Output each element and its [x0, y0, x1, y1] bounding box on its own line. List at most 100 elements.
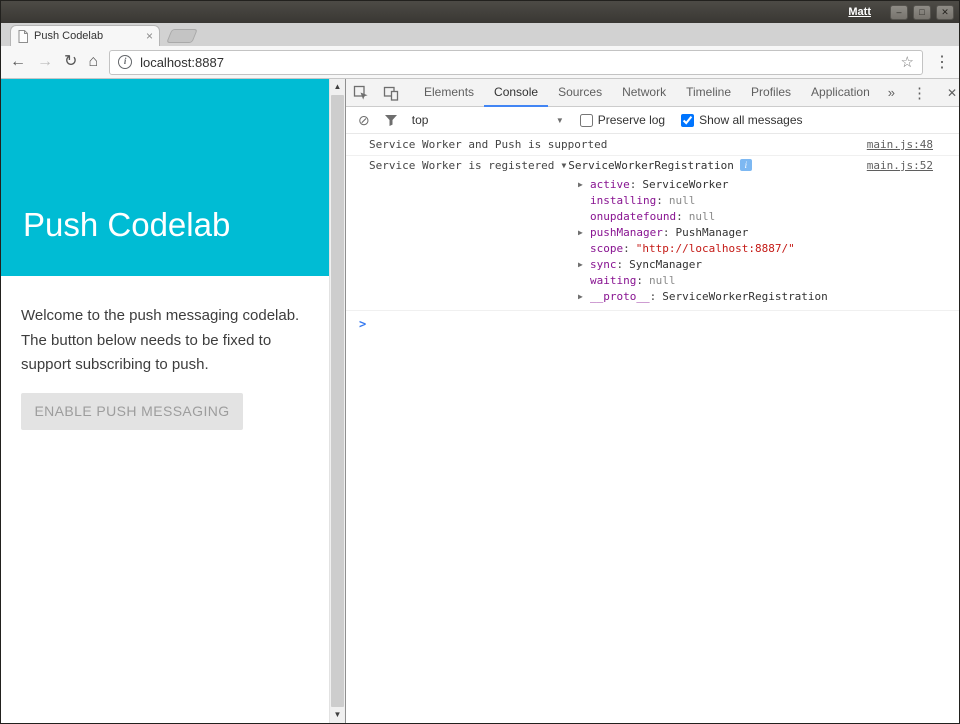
devtools-tabbar: Elements Console Sources Network Timelin…: [346, 79, 959, 107]
property-row-pushmanager[interactable]: ▶pushManager: PushManager: [578, 224, 933, 240]
browser-menu-icon[interactable]: ⋮: [934, 52, 950, 72]
property-value: SyncManager: [629, 258, 702, 271]
enable-push-button[interactable]: ENABLE PUSH MESSAGING: [21, 393, 243, 430]
browser-tab-push-codelab[interactable]: Push Codelab ×: [10, 25, 160, 46]
filter-icon[interactable]: [384, 113, 398, 127]
context-value: top: [412, 113, 429, 127]
property-name: scope: [590, 242, 623, 255]
inspect-element-icon[interactable]: [346, 85, 376, 101]
devtools-tab-console[interactable]: Console: [484, 79, 548, 107]
clear-console-icon[interactable]: ⊘: [358, 112, 370, 129]
scroll-up-icon[interactable]: ▲: [330, 79, 345, 95]
devtools-tab-sources[interactable]: Sources: [548, 79, 612, 107]
web-page: Push Codelab Welcome to the push messagi…: [1, 79, 329, 723]
minimize-button[interactable]: –: [890, 5, 908, 20]
console-message: Service Worker is registered ▼ ServiceWo…: [346, 156, 959, 311]
scroll-down-icon[interactable]: ▼: [330, 707, 345, 723]
source-link[interactable]: main.js:52: [867, 159, 933, 172]
console-toolbar: ⊘ top ▼ Preserve log Show all messages: [346, 107, 959, 134]
chevron-down-icon: ▼: [556, 116, 564, 125]
source-link[interactable]: main.js:48: [867, 138, 933, 151]
property-name: installing: [590, 194, 656, 207]
property-value: null: [649, 274, 676, 287]
more-tabs-icon[interactable]: »: [880, 85, 903, 100]
devtools-close-icon[interactable]: ✕: [936, 86, 960, 100]
devtools-tab-network[interactable]: Network: [612, 79, 676, 107]
console-prompt[interactable]: >: [346, 311, 959, 337]
tab-title: Push Codelab: [34, 30, 141, 42]
reload-icon[interactable]: ↻: [64, 54, 77, 70]
show-all-messages-checkbox[interactable]: [681, 114, 694, 127]
show-all-messages-group: Show all messages: [681, 113, 802, 127]
preserve-log-group: Preserve log: [580, 113, 665, 127]
property-row-sync[interactable]: ▶sync: SyncManager: [578, 256, 933, 272]
content-area: Push Codelab Welcome to the push messagi…: [1, 79, 959, 723]
property-name: pushManager: [590, 226, 663, 239]
property-value: PushManager: [675, 226, 748, 239]
property-row-active[interactable]: ▶active:ServiceWorker: [578, 176, 933, 192]
property-row-scope[interactable]: scope:"http://localhost:8887/": [578, 240, 933, 256]
property-value: null: [689, 210, 716, 223]
disclosure-triangle-icon[interactable]: ▶: [578, 292, 590, 301]
back-icon[interactable]: ←: [10, 54, 26, 70]
property-name: onupdatefound: [590, 210, 676, 223]
preserve-log-checkbox[interactable]: [580, 114, 593, 127]
colon: :: [623, 242, 630, 255]
info-icon: i: [740, 159, 752, 171]
disclosure-triangle-icon[interactable]: ▶: [578, 180, 590, 189]
page-scrollbar[interactable]: ▲ ▼: [329, 79, 345, 723]
colon: :: [650, 290, 657, 303]
page-favicon-icon: [17, 30, 29, 43]
page-title: Push Codelab: [23, 206, 230, 244]
property-row-waiting[interactable]: waiting: null: [578, 272, 933, 288]
property-value: null: [669, 194, 696, 207]
new-tab-button[interactable]: [166, 29, 198, 43]
colon: :: [676, 210, 683, 223]
scrollbar-thumb[interactable]: [331, 95, 344, 707]
forward-icon[interactable]: →: [37, 54, 53, 70]
message-text: Service Worker is registered: [369, 159, 554, 172]
disclosure-triangle-icon[interactable]: ▶: [578, 260, 590, 269]
console-message: Service Worker and Push is supported mai…: [346, 134, 959, 156]
disclosure-triangle-expanded-icon[interactable]: ▼: [561, 161, 566, 170]
console-messages: Service Worker and Push is supported mai…: [346, 134, 959, 723]
property-name: __proto__: [590, 290, 650, 303]
address-bar[interactable]: i localhost:8887 ☆: [109, 50, 923, 75]
show-all-messages-label: Show all messages: [699, 113, 802, 127]
devtools-panel: Elements Console Sources Network Timelin…: [345, 79, 959, 723]
site-info-icon[interactable]: i: [118, 55, 132, 69]
property-name: sync: [590, 258, 617, 271]
colon: :: [630, 178, 637, 191]
home-icon[interactable]: ⌂: [88, 54, 98, 70]
property-name: waiting: [590, 274, 636, 287]
devtools-tab-elements[interactable]: Elements: [414, 79, 484, 107]
devtools-tab-profiles[interactable]: Profiles: [741, 79, 801, 107]
execution-context-select[interactable]: top ▼: [412, 113, 564, 127]
close-button[interactable]: ✕: [936, 5, 954, 20]
message-text: Service Worker and Push is supported: [369, 138, 607, 151]
object-class-name[interactable]: ServiceWorkerRegistration: [568, 159, 734, 172]
property-row-proto[interactable]: ▶__proto__:ServiceWorkerRegistration: [578, 288, 933, 304]
url-text[interactable]: localhost:8887: [140, 55, 892, 70]
devtools-tab-timeline[interactable]: Timeline: [676, 79, 741, 107]
colon: :: [617, 258, 624, 271]
browser-toolbar: ← → ↻ ⌂ i localhost:8887 ☆ ⋮: [1, 46, 959, 79]
colon: :: [636, 274, 643, 287]
property-row-installing[interactable]: installing:null: [578, 192, 933, 208]
devtools-menu-icon[interactable]: ⋮: [903, 84, 936, 102]
disclosure-triangle-icon[interactable]: ▶: [578, 228, 590, 237]
bookmark-star-icon[interactable]: ☆: [901, 53, 914, 71]
maximize-button[interactable]: □: [913, 5, 931, 20]
page-paragraph: Welcome to the push messaging codelab. T…: [21, 304, 321, 378]
window-titlebar: Matt – □ ✕: [1, 1, 959, 23]
preserve-log-label: Preserve log: [598, 113, 665, 127]
devtools-tab-application[interactable]: Application: [801, 79, 880, 107]
console-prompt-chevron-icon: >: [359, 317, 366, 331]
tab-close-icon[interactable]: ×: [146, 30, 153, 42]
browser-window: Matt – □ ✕ Push Codelab × ← → ↻ ⌂ i loca…: [0, 0, 960, 724]
device-toolbar-icon[interactable]: [376, 85, 406, 101]
page-hero: Push Codelab: [1, 79, 329, 276]
property-name: active: [590, 178, 630, 191]
colon: :: [663, 226, 670, 239]
property-row-onupdatefound[interactable]: onupdatefound: null: [578, 208, 933, 224]
